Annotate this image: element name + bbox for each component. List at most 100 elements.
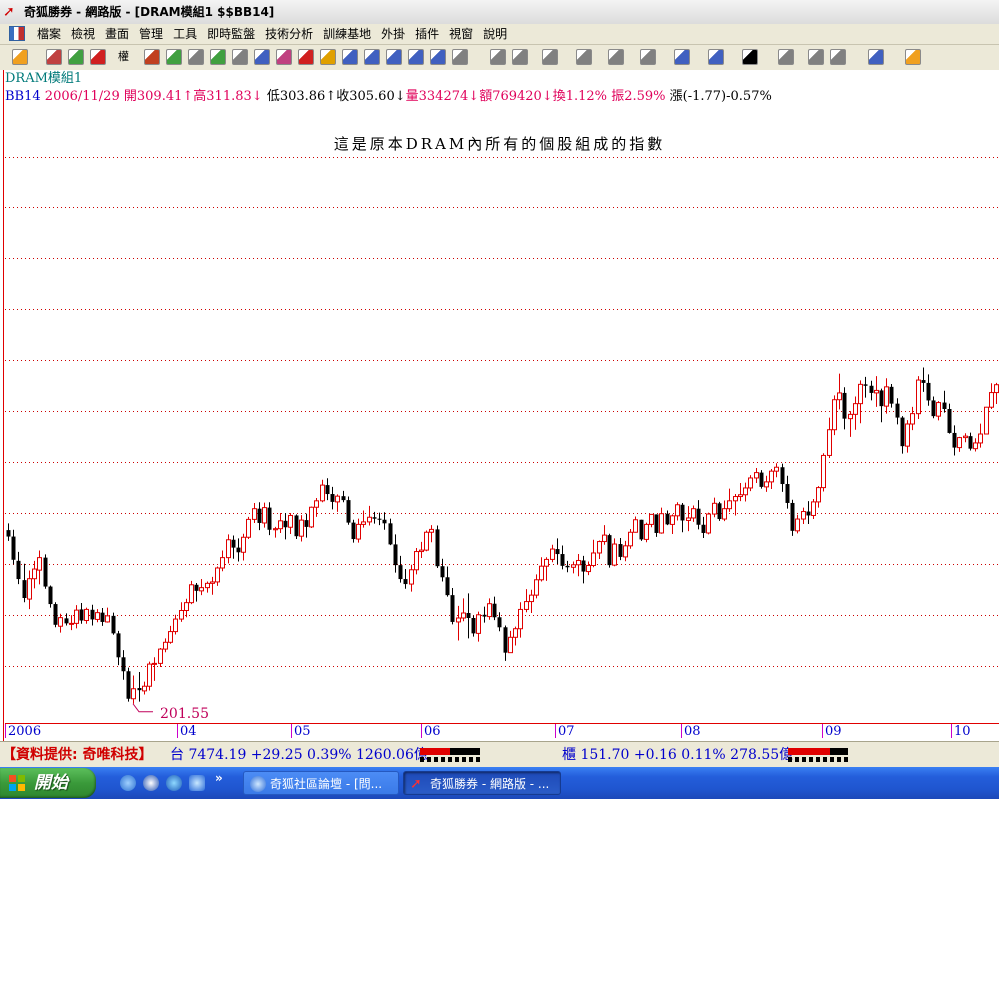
menu-item[interactable]: 即時監盤: [205, 26, 263, 42]
candle-body: [189, 584, 194, 604]
candle-body: [754, 472, 759, 479]
menu-item[interactable]: 畫面: [103, 26, 137, 42]
media-player-icon[interactable]: [143, 775, 159, 791]
toolbar-button-icon[interactable]: [276, 49, 292, 65]
start-button[interactable]: 開始: [0, 768, 96, 798]
candle-body: [701, 524, 706, 533]
menu-items: 檔案 檢視 畫面 管理 工具 即時監盤 技術分析 訓練基地 外掛 插件 視窗 說明: [35, 26, 515, 42]
menu-item[interactable]: 技術分析: [263, 26, 321, 42]
candle-body: [393, 544, 398, 566]
candle-body: [524, 601, 529, 610]
toolbar-button-icon[interactable]: [188, 49, 204, 65]
candle-body: [806, 511, 811, 516]
candle-body: [654, 514, 659, 533]
candle-body: [351, 522, 356, 540]
toolbar-button-icon[interactable]: [830, 49, 846, 65]
toolbar-button-icon[interactable]: [46, 49, 62, 65]
x-axis-label: 10: [954, 724, 971, 739]
menu-item[interactable]: 訓練基地: [321, 26, 379, 42]
candle-body: [48, 586, 53, 605]
document-icon[interactable]: [9, 26, 25, 41]
toolbar-button-icon[interactable]: [364, 49, 380, 65]
candle-body: [361, 521, 366, 525]
candle-body: [409, 569, 414, 585]
candle-body: [957, 437, 962, 449]
candle-body: [105, 615, 110, 623]
internet-explorer-icon[interactable]: [166, 775, 182, 791]
toolbar-button-icon[interactable]: [778, 49, 794, 65]
menu-item[interactable]: 工具: [171, 26, 205, 42]
toolbar-button-icon[interactable]: [430, 49, 446, 65]
toolbar-button-icon[interactable]: [742, 49, 758, 65]
candlestick-chart[interactable]: [0, 70, 999, 741]
toolbar-button-icon[interactable]: [210, 49, 226, 65]
candle-body: [555, 549, 560, 555]
candle-body: [304, 520, 309, 527]
toolbar-button-icon[interactable]: [386, 49, 402, 65]
candle-body: [879, 390, 884, 407]
candle-body: [973, 442, 978, 450]
toolbar-button-icon[interactable]: [452, 49, 468, 65]
toolbar-button-icon[interactable]: [12, 49, 28, 65]
candle-body: [968, 436, 973, 449]
toolbar-button-icon[interactable]: [342, 49, 358, 65]
chevron-right-icon[interactable]: »: [215, 771, 223, 785]
menu-item[interactable]: 檢視: [69, 26, 103, 42]
network-icon[interactable]: [120, 775, 136, 791]
candle-body: [37, 557, 42, 571]
x-axis-tick: [951, 724, 952, 738]
candle-body: [905, 423, 910, 447]
candle-body: [534, 579, 539, 596]
toolbar-button-icon[interactable]: [254, 49, 270, 65]
task-forum[interactable]: 奇狐社區論壇 - [問...: [243, 771, 399, 795]
start-label: 開始: [34, 773, 68, 793]
toolbar-button-icon[interactable]: [298, 49, 314, 65]
menu-item[interactable]: 管理: [137, 26, 171, 42]
candle-body: [419, 549, 424, 553]
toolbar-button-icon[interactable]: [674, 49, 690, 65]
candle-body: [283, 520, 288, 528]
toolbar-button-icon[interactable]: [68, 49, 84, 65]
menu-item[interactable]: 檔案: [35, 26, 69, 42]
task-trading-app[interactable]: ➚ 奇狐勝券 - 網路版 - ...: [403, 771, 561, 795]
toolbar-button-icon[interactable]: [166, 49, 182, 65]
candle-body: [6, 530, 11, 537]
rights-dropdown[interactable]: 權: [118, 49, 142, 66]
candle-body: [581, 560, 586, 572]
toolbar-button-icon[interactable]: [608, 49, 624, 65]
toolbar-button-icon[interactable]: [640, 49, 656, 65]
candle-body: [518, 608, 523, 630]
toolbar-button-icon[interactable]: [490, 49, 506, 65]
toolbar-button-icon[interactable]: [708, 49, 724, 65]
candle-body: [612, 543, 617, 566]
toolbar-button-icon[interactable]: [90, 49, 106, 65]
menu-item[interactable]: 說明: [481, 26, 515, 42]
toolbar-button-icon[interactable]: [576, 49, 592, 65]
toolbar-button-icon[interactable]: [542, 49, 558, 65]
toolbar-button-icon[interactable]: [905, 49, 921, 65]
menu-item[interactable]: 外掛: [379, 26, 413, 42]
candle-body: [591, 552, 596, 566]
candle-body: [628, 531, 633, 547]
fox-icon: ➚: [410, 776, 422, 792]
candle-body: [889, 386, 894, 404]
menu-item[interactable]: 視窗: [447, 26, 481, 42]
candle-body: [842, 392, 847, 419]
toolbar-button-icon[interactable]: [232, 49, 248, 65]
candle-body: [649, 513, 654, 525]
candle-body: [226, 539, 231, 559]
toolbar-button-icon[interactable]: [320, 49, 336, 65]
otc-text: 151.70 +0.16 0.11% 278.55億: [580, 747, 794, 763]
toolbar-button-icon[interactable]: [868, 49, 884, 65]
taiex-volume-bars: [420, 748, 480, 762]
toolbar-button-icon[interactable]: [408, 49, 424, 65]
candle-body: [299, 519, 304, 537]
toolbar-button-icon[interactable]: [144, 49, 160, 65]
menu-item[interactable]: 插件: [413, 26, 447, 42]
candle-body: [764, 481, 769, 488]
x-axis-tick: [555, 724, 556, 738]
outlook-icon[interactable]: [189, 775, 205, 791]
candle-body: [586, 564, 591, 573]
toolbar-button-icon[interactable]: [512, 49, 528, 65]
toolbar-button-icon[interactable]: [808, 49, 824, 65]
